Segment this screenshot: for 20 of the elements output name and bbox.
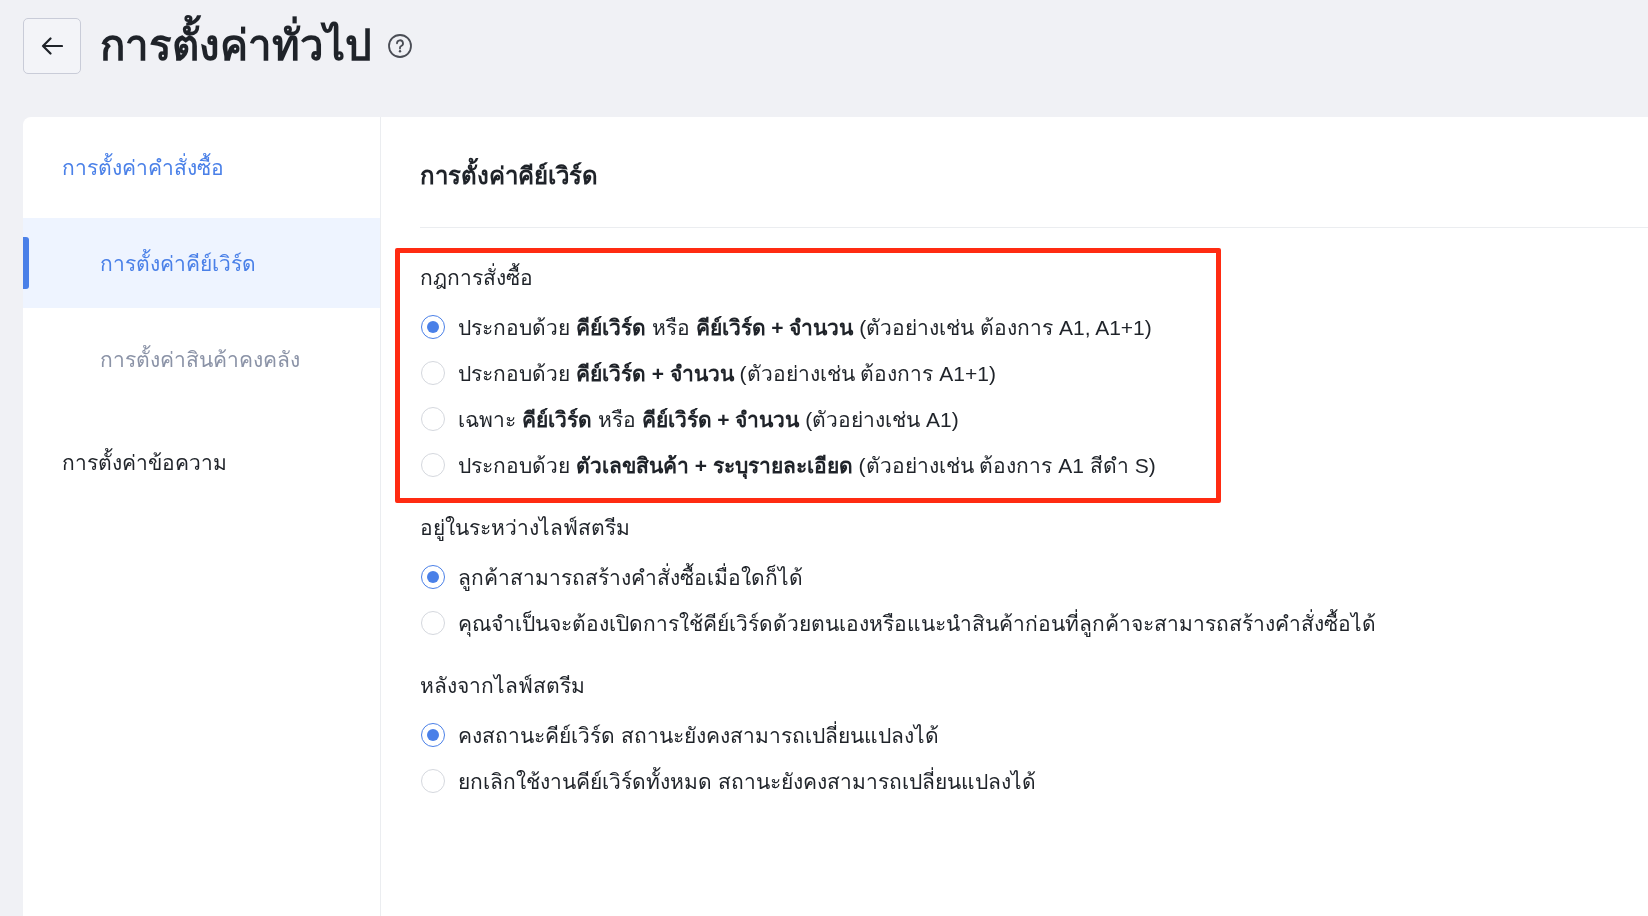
group-label: อยู่ในระหว่างไลฟ์สตรีม (420, 515, 631, 543)
sidebar-item[interactable]: การตั้งค่าคำสั่งซื้อ (23, 122, 380, 212)
option-label[interactable]: ประกอบด้วย คีย์เวิร์ด + จำนวน (ตัวอย่างเช่น ต้องการ A1+1) (458, 356, 996, 390)
option-label[interactable]: ประกอบด้วย คีย์เวิร์ด หรือ คีย์เวิร์ด + จำนวน (ตัวอย่างเช่น ต้องการ A1, A1+1) (458, 310, 1152, 344)
group-label: หลังจากไลฟ์สตรีม (420, 673, 586, 699)
selection-indicator (23, 237, 29, 289)
option-label[interactable]: ลูกค้าสามารถสร้างคำสั่งซื้อเมื่อใดก็ได้ (458, 560, 803, 594)
back-button[interactable] (23, 18, 81, 74)
option-label[interactable]: ยกเลิกใช้งานคีย์เวิร์ดทั้งหมด สถานะยังคงสามารถเปลี่ยนแปลงได้ (458, 764, 1036, 798)
radio-button[interactable] (421, 723, 445, 747)
radio-button[interactable] (421, 315, 445, 339)
group-label: กฎการสั่งซื้อ (420, 263, 1156, 293)
help-icon[interactable] (388, 34, 412, 58)
option-label[interactable]: ประกอบด้วย ตัวเลขสินค้า + ระบุรายละเอียด (ตัวอย่างเช่น ต้องการ A1 สีดำ S) (458, 448, 1156, 482)
sidebar-item[interactable]: การตั้งค่าข้อความ (23, 417, 380, 507)
option-label[interactable]: คงสถานะคีย์เวิร์ด สถานะยังคงสามารถเปลี่ยนแปลงได้ (458, 718, 939, 752)
option-label[interactable]: เฉพาะ คีย์เวิร์ด หรือ คีย์เวิร์ด + จำนวน (ตัวอย่างเช่น A1) (458, 402, 959, 436)
option-label[interactable]: คุณจำเป็นจะต้องเปิดการใช้คีย์เวิร์ดด้วยตนเองหรือแนะนำสินค้าก่อนที่ลูกค้าจะสามารถสร้างคำสั่งซื้อได้ (458, 606, 1376, 640)
arrow-left-icon (41, 37, 63, 55)
radio-button[interactable] (421, 565, 445, 589)
